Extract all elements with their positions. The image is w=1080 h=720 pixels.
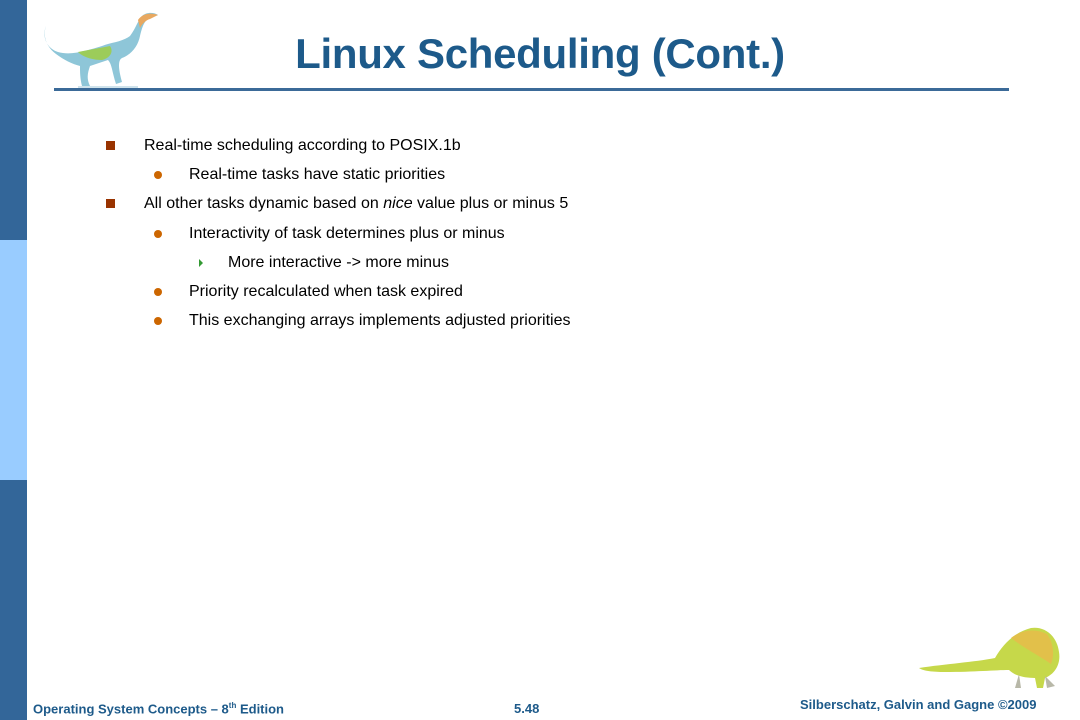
bullet-item: This exchanging arrays implements adjust… bbox=[189, 312, 571, 329]
bullet-item: Real-time scheduling according to POSIX.… bbox=[144, 137, 461, 154]
footer-book-prefix: Operating System Concepts – 8 bbox=[33, 701, 229, 717]
round-bullet-icon bbox=[154, 317, 162, 325]
bullet-item: More interactive -> more minus bbox=[228, 254, 449, 271]
bullet-item: All other tasks dynamic based on nice va… bbox=[144, 195, 568, 213]
bullet-item: Priority recalculated when task expired bbox=[189, 283, 463, 300]
square-bullet-icon bbox=[106, 199, 115, 208]
dinosaur-logo-bottom-icon bbox=[919, 627, 1060, 688]
footer-copyright: Silberschatz, Galvin and Gagne ©2009 bbox=[800, 697, 1037, 712]
bullet-text-italic: nice bbox=[383, 195, 413, 212]
title-rule bbox=[54, 88, 1009, 91]
bullet-text: All other tasks dynamic based on bbox=[144, 195, 384, 212]
sidebar-highlight-band bbox=[0, 240, 27, 480]
round-bullet-icon bbox=[154, 288, 162, 296]
bullet-item: Interactivity of task determines plus or… bbox=[189, 225, 505, 242]
square-bullet-icon bbox=[106, 141, 115, 150]
footer-book-suffix: Edition bbox=[236, 701, 285, 717]
footer-book-title: Operating System Concepts – 8th Edition bbox=[33, 701, 284, 716]
round-bullet-icon bbox=[154, 171, 162, 179]
bullet-item: Real-time tasks have static priorities bbox=[189, 166, 446, 183]
arrow-bullet-icon bbox=[199, 259, 203, 267]
round-bullet-icon bbox=[154, 230, 162, 238]
page-number: 5.48 bbox=[514, 701, 540, 716]
slide-title: Linux Scheduling (Cont.) bbox=[295, 30, 785, 77]
bullet-text: value plus or minus 5 bbox=[412, 195, 569, 212]
